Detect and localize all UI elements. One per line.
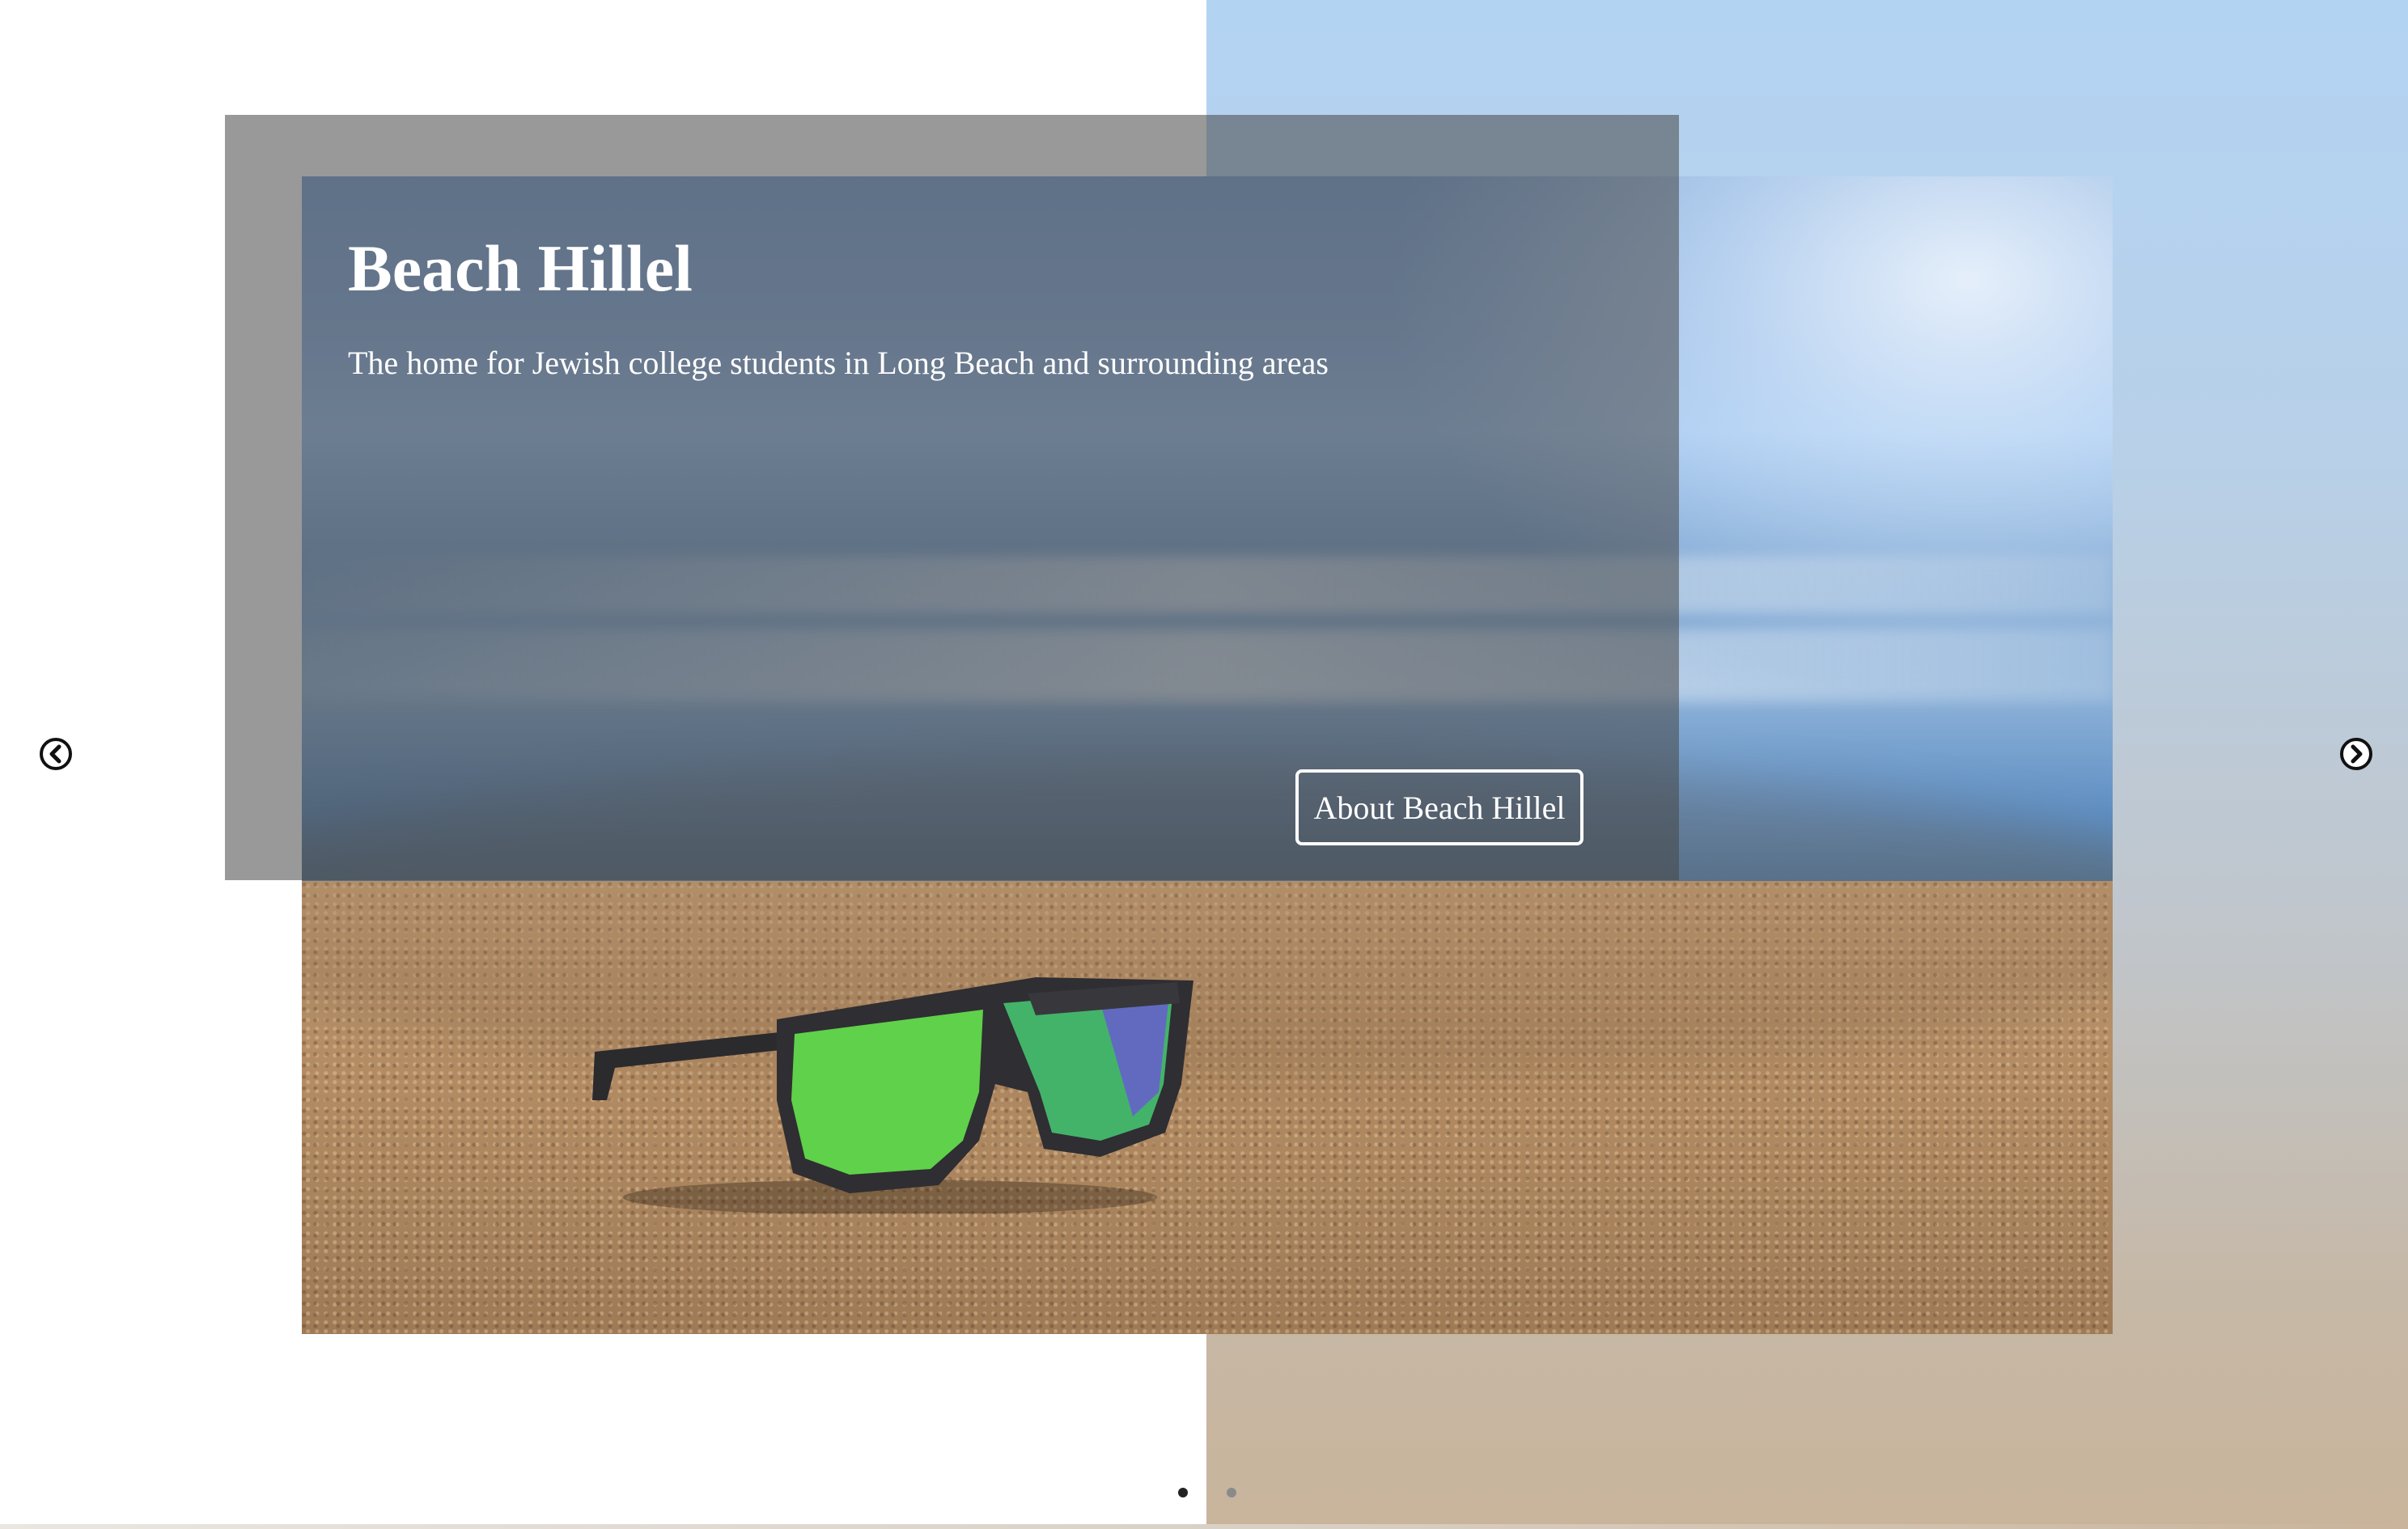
slide-title: Beach Hillel <box>348 231 693 305</box>
chevron-right-icon[interactable] <box>2339 737 2373 771</box>
slide-dot-1[interactable] <box>1178 1488 1188 1497</box>
caption-overlay <box>225 115 1679 880</box>
slide-pagination <box>1173 1485 1238 1501</box>
sunglasses-image <box>592 977 1193 1213</box>
chevron-left-icon[interactable] <box>39 737 73 771</box>
slide-subtitle: The home for Jewish college students in … <box>348 345 1329 381</box>
slide-dot-2[interactable] <box>1227 1488 1236 1497</box>
about-beach-hillel-button[interactable]: About Beach Hillel <box>1295 769 1583 845</box>
page-bottom-border <box>0 1524 2408 1529</box>
page: Beach Hillel The home for Jewish college… <box>0 0 2408 1529</box>
